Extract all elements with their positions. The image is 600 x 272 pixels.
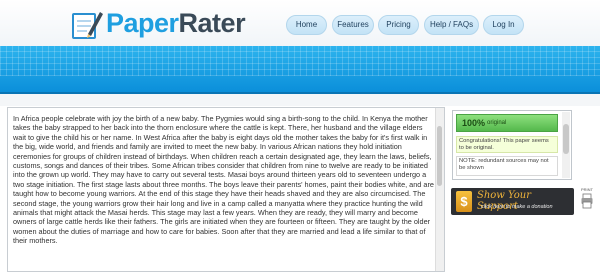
nav-home-button[interactable]: Home (286, 15, 327, 35)
support-subtitle: click here to make a donation (481, 204, 553, 210)
print-button[interactable]: PRINT (581, 187, 593, 209)
nav-pricing-button[interactable]: Pricing (378, 15, 419, 35)
printer-icon (581, 193, 593, 209)
essay-scrollbar-thumb[interactable] (437, 126, 442, 186)
nav-features-button[interactable]: Features (332, 15, 374, 35)
band-pattern (0, 46, 600, 76)
dollar-icon: $ (456, 191, 472, 212)
originality-score: 100% (462, 118, 486, 128)
nav-help-faqs-button[interactable]: Help / FAQs (424, 15, 479, 35)
nav-login-button[interactable]: Log In (483, 15, 524, 35)
main-nav: Home Features Pricing Help / FAQs Log In (0, 15, 600, 35)
header-band (0, 46, 600, 94)
redundant-sources-note: NOTE: redundant sources may not be shown (456, 156, 558, 176)
site-header: PaperRater Home Features Pricing Help / … (0, 0, 600, 46)
results-scrollbar[interactable] (562, 112, 570, 178)
essay-textarea[interactable]: In Africa people celebrate with joy the … (7, 107, 445, 272)
show-your-support-button[interactable]: $ Show Your Support click here to make a… (451, 188, 574, 215)
results-scrollbar-thumb[interactable] (563, 124, 569, 154)
essay-scrollbar[interactable] (435, 108, 444, 271)
print-label: PRINT (581, 187, 593, 192)
results-panel: 100% original Congratulations! This pape… (452, 110, 572, 180)
content-background (0, 94, 600, 106)
congratulations-message: Congratulations! This paper seems to be … (456, 136, 558, 153)
originality-score-bar: 100% original (456, 114, 558, 132)
originality-score-label: original (487, 120, 507, 126)
essay-text: In Africa people celebrate with joy the … (13, 114, 434, 246)
